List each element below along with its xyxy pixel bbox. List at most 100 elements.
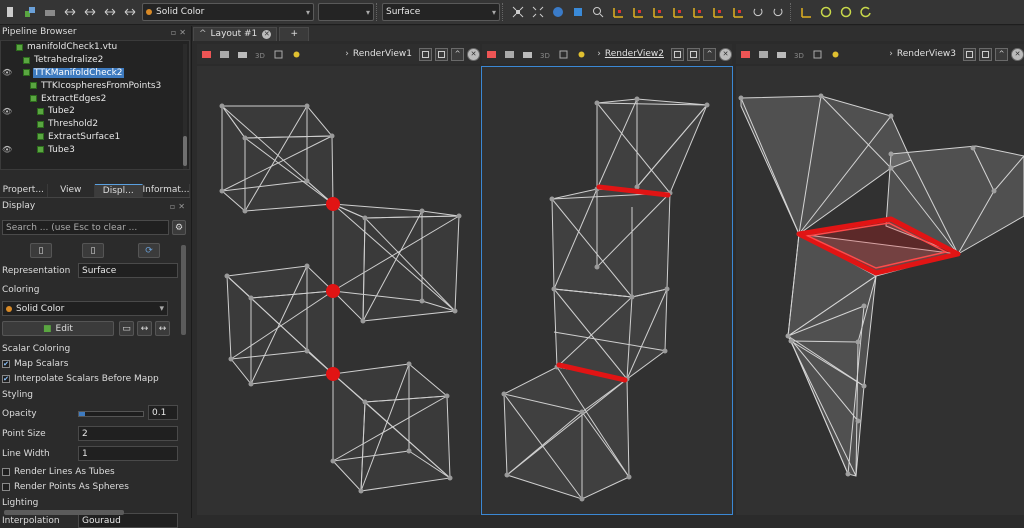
split-vertical-icon[interactable] bbox=[687, 47, 700, 61]
camera-icon[interactable] bbox=[774, 47, 788, 61]
tab-layout-1[interactable]: ^ Layout #1 ✕ bbox=[193, 26, 278, 41]
axis-plus-y-icon[interactable] bbox=[649, 3, 667, 21]
visibility-eye-icon[interactable]: 👁 bbox=[2, 107, 12, 116]
render-points-as-spheres-checkbox[interactable]: Render Points As Spheres bbox=[2, 480, 129, 494]
representation-select[interactable]: Surface ▾ bbox=[382, 3, 500, 21]
split-horizontal-icon[interactable] bbox=[963, 47, 976, 61]
split-horizontal-icon[interactable] bbox=[199, 47, 213, 61]
render-view-1[interactable] bbox=[197, 66, 480, 515]
chevron-right-icon[interactable]: › bbox=[889, 49, 893, 59]
zoom-to-data-icon[interactable] bbox=[529, 3, 547, 21]
render-lines-as-tubes-checkbox[interactable]: Render Lines As Tubes bbox=[2, 465, 115, 479]
axis-minus-y-icon[interactable] bbox=[669, 3, 687, 21]
component-select[interactable]: ▾ bbox=[318, 3, 374, 21]
rescale-custom-icon[interactable] bbox=[41, 3, 59, 21]
rescale-custom-icon[interactable]: ↔ bbox=[155, 321, 170, 336]
properties-scrollbar[interactable] bbox=[181, 245, 186, 335]
maximize-icon[interactable]: ^ bbox=[703, 47, 716, 61]
chevron-right-icon[interactable]: › bbox=[597, 49, 601, 59]
search-input[interactable]: Search ... (use Esc to clear ... bbox=[2, 220, 169, 235]
split-horizontal-icon[interactable] bbox=[419, 47, 432, 61]
close-icon[interactable]: ✕ bbox=[262, 29, 272, 39]
panel-controls-icon[interactable]: ▫✕ bbox=[171, 28, 189, 37]
visibility-eye-icon[interactable]: 👁 bbox=[2, 145, 12, 154]
split-vertical-icon[interactable] bbox=[217, 47, 231, 61]
interact-select-icon[interactable] bbox=[289, 47, 303, 61]
interpolate-scalars-checkbox[interactable]: ✔ Interpolate Scalars Before Mapp bbox=[2, 372, 159, 386]
reset-closest-icon[interactable] bbox=[549, 3, 567, 21]
edit-button[interactable]: ■ Edit bbox=[2, 321, 114, 336]
interaction-mode-icon[interactable] bbox=[797, 3, 815, 21]
tab-information[interactable]: Informat... bbox=[143, 184, 190, 197]
tab-properties[interactable]: Propert... bbox=[0, 184, 48, 197]
close-view-icon[interactable]: ✕ bbox=[1011, 47, 1024, 61]
opacity-field[interactable]: 0.1 bbox=[148, 405, 178, 420]
interpolation-field[interactable]: Gouraud bbox=[78, 513, 178, 528]
interact-select-icon[interactable] bbox=[828, 47, 842, 61]
split-vertical-icon[interactable] bbox=[979, 47, 992, 61]
copy-icon[interactable]: ▯ bbox=[30, 243, 52, 258]
toggle-3d-icon[interactable]: 3D bbox=[538, 47, 552, 61]
pipeline-item[interactable]: TTKIcospheresFromPoints3 bbox=[1, 79, 189, 92]
zoom-box-icon[interactable] bbox=[569, 3, 587, 21]
tab-display[interactable]: Displ... bbox=[95, 184, 143, 197]
pipeline-item[interactable]: Tetrahedralize2 bbox=[1, 54, 189, 67]
map-scalars-checkbox[interactable]: ✔ Map Scalars bbox=[2, 357, 68, 371]
pipeline-item[interactable]: 👁 Tube2 bbox=[1, 105, 189, 118]
close-view-icon[interactable]: ✕ bbox=[719, 47, 732, 61]
axis-plus-x-icon[interactable] bbox=[609, 3, 627, 21]
split-horizontal-icon[interactable] bbox=[484, 47, 498, 61]
axis-plus-z-icon[interactable] bbox=[689, 3, 707, 21]
render-view-2[interactable] bbox=[481, 66, 733, 515]
split-vertical-icon[interactable] bbox=[502, 47, 516, 61]
properties-hscrollbar[interactable] bbox=[4, 510, 124, 515]
line-width-field[interactable]: 1 bbox=[78, 446, 178, 461]
play-icon[interactable] bbox=[837, 3, 855, 21]
render-view-3[interactable] bbox=[736, 66, 1024, 515]
coloring-field[interactable]: Solid Color ▾ bbox=[2, 301, 168, 316]
maximize-icon[interactable]: ^ bbox=[995, 47, 1008, 61]
interact-select-icon[interactable] bbox=[574, 47, 588, 61]
pipeline-tree[interactable]: manifoldCheck1.vtu Tetrahedralize2 👁 TTKMan… bbox=[0, 40, 190, 170]
pipeline-item[interactable]: ExtractEdges2 bbox=[1, 92, 189, 105]
axis-minus-x-icon[interactable] bbox=[629, 3, 647, 21]
colormap-icon[interactable]: ▭ bbox=[119, 321, 134, 336]
coloring-select[interactable]: Solid Color ▾ bbox=[142, 3, 314, 21]
split-horizontal-icon[interactable] bbox=[671, 47, 684, 61]
restore-icon[interactable]: ⟳ bbox=[138, 243, 160, 258]
split-vertical-icon[interactable] bbox=[756, 47, 770, 61]
opacity-slider[interactable] bbox=[78, 411, 144, 417]
zoom-closest-icon[interactable] bbox=[589, 3, 607, 21]
rescale-range-icon[interactable]: ↔ bbox=[137, 321, 152, 336]
isometric-view-icon[interactable] bbox=[729, 3, 747, 21]
axis-minus-z-icon[interactable] bbox=[709, 3, 727, 21]
tab-view[interactable]: View bbox=[48, 184, 95, 197]
visibility-eye-icon[interactable]: 👁 bbox=[2, 68, 12, 77]
rescale-range-icon[interactable] bbox=[61, 3, 79, 21]
pipeline-item[interactable]: 👁 Tube3 bbox=[1, 143, 189, 156]
camera-icon[interactable] bbox=[520, 47, 534, 61]
pipeline-item[interactable]: ExtractSurface1 bbox=[1, 131, 189, 144]
rescale-icon[interactable] bbox=[21, 3, 39, 21]
rotate-90-ccw-icon[interactable] bbox=[769, 3, 787, 21]
chevron-right-icon[interactable]: › bbox=[345, 49, 349, 59]
loop-icon[interactable] bbox=[857, 3, 875, 21]
camera-icon[interactable] bbox=[235, 47, 249, 61]
pipeline-item[interactable]: 👁 TTKManifoldCheck2 bbox=[1, 67, 189, 80]
split-vertical-icon[interactable] bbox=[435, 47, 448, 61]
paste-icon[interactable]: ▯ bbox=[82, 243, 104, 258]
rotate-90-cw-icon[interactable] bbox=[749, 3, 767, 21]
select-points-icon[interactable] bbox=[556, 47, 570, 61]
pipeline-scrollbar[interactable] bbox=[183, 44, 187, 169]
pipeline-item[interactable]: Threshold2 bbox=[1, 118, 189, 131]
select-points-icon[interactable] bbox=[271, 47, 285, 61]
representation-field[interactable]: Surface bbox=[78, 263, 178, 278]
close-view-icon[interactable]: ✕ bbox=[467, 47, 480, 61]
reset-camera-icon[interactable] bbox=[509, 3, 527, 21]
pipeline-item[interactable]: manifoldCheck1.vtu bbox=[1, 41, 189, 54]
toggle-3d-icon[interactable]: 3D bbox=[792, 47, 806, 61]
panel-controls-icon[interactable]: ▫✕ bbox=[170, 202, 188, 211]
select-points-icon[interactable] bbox=[810, 47, 824, 61]
gear-icon[interactable]: ⚙ bbox=[172, 220, 186, 235]
first-frame-icon[interactable] bbox=[817, 3, 835, 21]
